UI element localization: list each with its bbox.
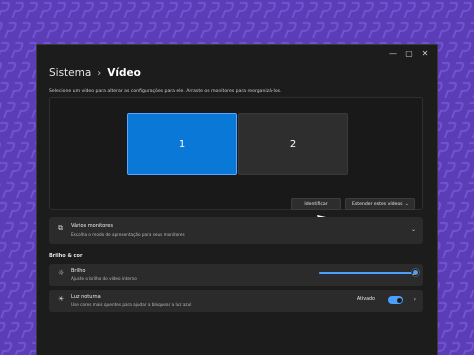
night-light-toggle[interactable] — [388, 296, 403, 304]
breadcrumb-sistema[interactable]: Sistema — [49, 67, 91, 79]
section-title-brightness: Brilho & cor — [49, 253, 83, 259]
chevron-down-icon[interactable]: ⌄ — [411, 270, 416, 277]
card-description: Ajuste o brilho do vídeo interno — [71, 276, 137, 281]
chevron-down-icon[interactable]: ⌄ — [411, 226, 416, 233]
brightness-slider[interactable] — [319, 269, 419, 276]
toggle-status: Ativado — [356, 297, 375, 302]
dropdown-value: Estender estes vídeos — [352, 201, 403, 207]
card-title: Vários monitores — [71, 223, 113, 229]
night-light-icon: ☀ — [58, 295, 65, 303]
brightness-card: ☼ Brilho Ajuste o brilho do vídeo intern… — [49, 264, 423, 286]
page-title: Vídeo — [107, 67, 141, 79]
toggle-knob — [396, 297, 402, 303]
minimize-icon[interactable]: — — [387, 48, 399, 60]
instruction-text: Selecione um vídeo para alterar as confi… — [49, 89, 282, 94]
monitor-1[interactable]: 1 — [127, 113, 237, 175]
monitor-arrangement-area: 1 2 — [49, 97, 423, 210]
extend-displays-dropdown[interactable]: Estender estes vídeos ⌄ — [345, 198, 415, 210]
slider-fill — [319, 272, 415, 274]
monitor-label: 1 — [178, 138, 186, 150]
night-light-card: ☀ Luz noturna Use cores mais quentes par… — [49, 290, 423, 312]
identify-button[interactable]: Identificar — [291, 198, 341, 210]
maximize-icon[interactable]: ▢ — [403, 48, 415, 60]
chevron-right-icon[interactable]: › — [414, 296, 416, 303]
close-icon[interactable]: ✕ — [419, 48, 431, 60]
multiple-monitors-card[interactable]: ⧉ Vários monitores Escolha o modo de apr… — [49, 217, 423, 244]
chevron-down-icon: ⌄ — [404, 201, 409, 207]
card-description: Use cores mais quentes para ajudar a blo… — [71, 302, 192, 307]
card-title: Brilho — [71, 268, 86, 274]
monitor-label: 2 — [289, 138, 297, 150]
chevron-right-icon: › — [97, 67, 102, 79]
breadcrumb: Sistema › Vídeo — [49, 67, 141, 79]
card-title: Luz noturna — [71, 294, 101, 300]
sun-icon: ☼ — [58, 269, 65, 277]
title-bar: — ▢ ✕ — [37, 45, 437, 63]
monitor-2[interactable]: 2 — [238, 113, 348, 175]
card-description: Escolha o modo de apresentação para seus… — [71, 232, 185, 237]
settings-window: — ▢ ✕ Sistema › Vídeo Selecione um vídeo… — [36, 44, 438, 355]
multiple-monitors-icon: ⧉ — [58, 224, 63, 232]
